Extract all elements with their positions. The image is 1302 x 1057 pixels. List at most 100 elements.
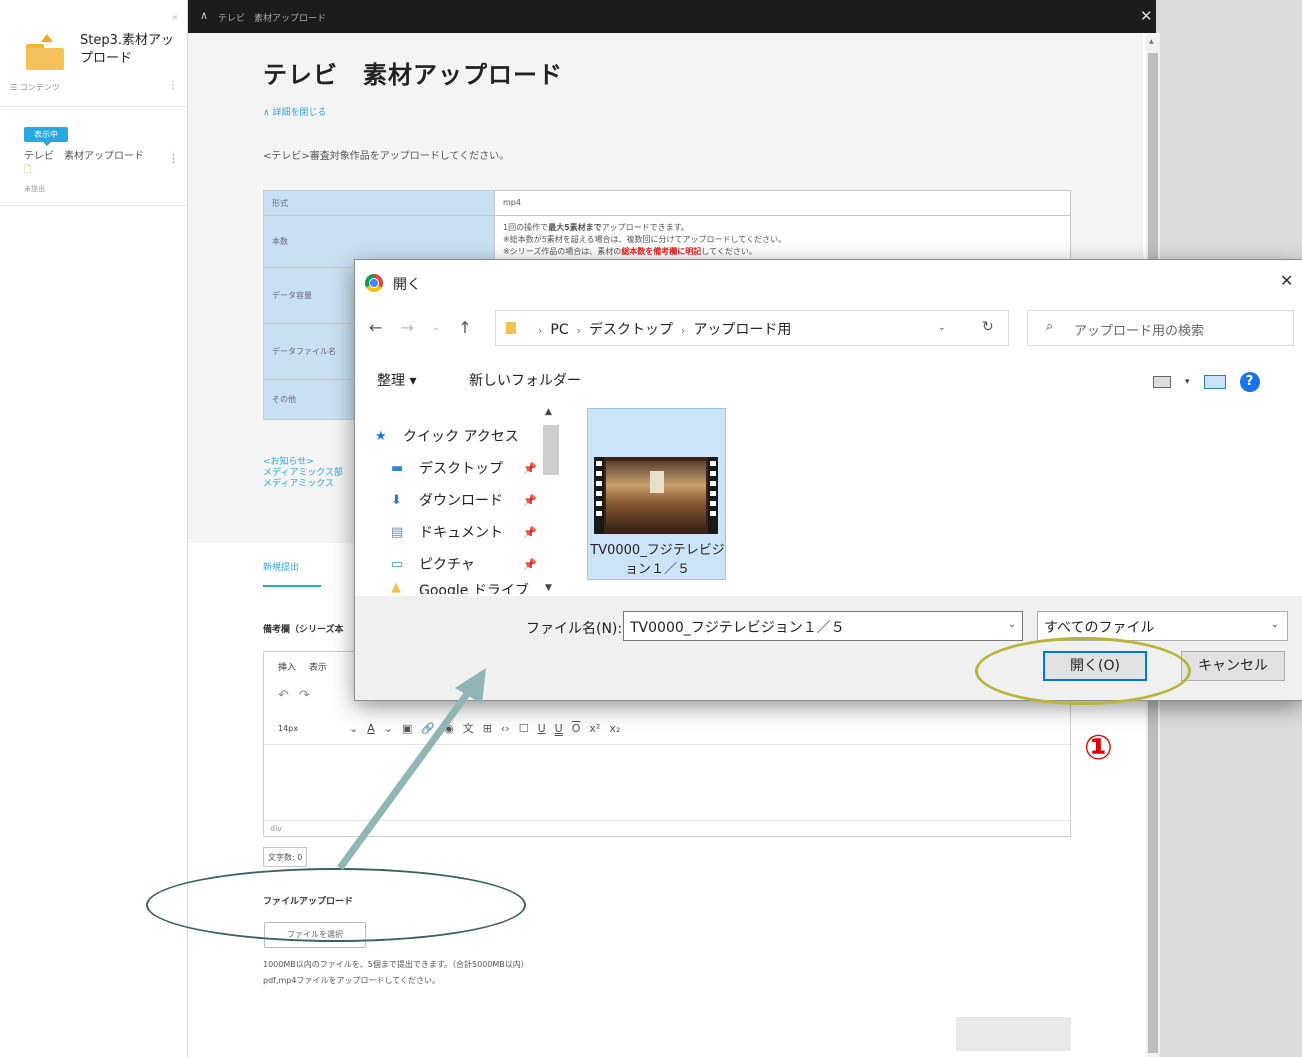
drive-icon: ▲ bbox=[391, 580, 401, 594]
nav-item-pictures[interactable]: ▭ ピクチャ 📌 bbox=[375, 548, 555, 580]
dropdown-icon[interactable]: ⌄ bbox=[384, 722, 393, 735]
star-icon: ★ bbox=[375, 428, 387, 444]
nav-item-quick-access[interactable]: ★ クイック アクセス bbox=[375, 420, 555, 452]
content-topbar: ∧ テレビ 素材アップロード ✕ bbox=[188, 0, 1156, 33]
now-showing-badge: 表示中 bbox=[24, 127, 68, 146]
font-size-select[interactable]: 14px bbox=[278, 724, 340, 733]
address-bar[interactable]: › PC › デスクトップ › アップロード用 ⌄ ↻ bbox=[495, 310, 1009, 346]
chevron-down-icon[interactable]: ▾ bbox=[1185, 377, 1190, 387]
video-thumbnail bbox=[594, 457, 718, 534]
submit-button[interactable] bbox=[956, 1017, 1071, 1051]
contents-link[interactable]: ☰ コンテンツ bbox=[10, 82, 60, 93]
navigation-pane: ★ クイック アクセス ▬ デスクトップ 📌 ⬇ ダウンロード 📌 ▤ ドキュメ… bbox=[375, 420, 555, 595]
text-color-icon[interactable]: A bbox=[367, 722, 375, 735]
nav-item-documents[interactable]: ▤ ドキュメント 📌 bbox=[375, 516, 555, 548]
chevron-down-icon[interactable]: ⌄ bbox=[1008, 619, 1016, 630]
scrollbar-thumb[interactable] bbox=[543, 425, 559, 475]
file-item-video[interactable]: TV0000_フジテレビジョン１／５ bbox=[587, 408, 726, 580]
desktop-icon: ▬ bbox=[391, 460, 404, 476]
dropdown-icon[interactable]: ⌄ bbox=[349, 722, 358, 735]
chevron-down-icon[interactable]: ⌄ bbox=[938, 323, 946, 333]
chevron-down-icon[interactable]: ⌄ bbox=[1271, 619, 1279, 630]
refresh-icon[interactable]: ↻ bbox=[982, 319, 994, 335]
code-icon[interactable]: ‹› bbox=[501, 722, 510, 735]
underline-icon[interactable]: U bbox=[538, 722, 546, 735]
editor-body[interactable] bbox=[264, 744, 1070, 818]
nav-scrollbar[interactable]: ▲ ▼ bbox=[541, 405, 561, 595]
help-icon[interactable]: ? bbox=[1239, 372, 1260, 392]
search-input[interactable]: ⌕ アップロード用の検索 bbox=[1027, 310, 1294, 346]
path-segment[interactable]: アップロード用 bbox=[693, 322, 791, 338]
superscript-icon[interactable]: x² bbox=[589, 722, 600, 735]
back-icon[interactable]: ← bbox=[369, 318, 382, 337]
dialog-title: 開く bbox=[393, 277, 421, 293]
subscript-icon[interactable]: x₂ bbox=[609, 722, 620, 735]
collapse-icon[interactable]: « bbox=[172, 12, 178, 23]
spec-text: ※シリーズ作品の場合は、素材の bbox=[503, 247, 622, 256]
upload-folder-icon bbox=[22, 34, 66, 70]
filename-input[interactable]: TV0000_フジテレビジョン１／５ ⌄ bbox=[623, 611, 1023, 641]
filename-label: ファイル名(N): bbox=[526, 621, 623, 637]
double-underline-icon[interactable]: U bbox=[555, 722, 563, 735]
path-segment[interactable]: PC bbox=[550, 322, 568, 338]
box-icon[interactable]: ☐ bbox=[519, 722, 529, 735]
path-segment[interactable]: デスクトップ bbox=[589, 322, 673, 338]
page-title: テレビ 素材アップロード bbox=[263, 61, 563, 89]
spec-text: してください。 bbox=[701, 247, 757, 256]
scroll-up-icon[interactable]: ▲ bbox=[1149, 38, 1154, 45]
scroll-down-icon[interactable]: ▼ bbox=[545, 583, 552, 593]
collapse-caret-icon[interactable]: ∧ bbox=[200, 9, 208, 22]
scroll-up-icon[interactable]: ▲ bbox=[545, 407, 552, 417]
recent-dropdown-icon[interactable]: ⌄ bbox=[432, 322, 440, 337]
item-menu-icon[interactable]: ⋮ bbox=[168, 152, 179, 165]
menu-insert[interactable]: 挿入 bbox=[278, 663, 296, 673]
image-icon[interactable]: ▣ bbox=[402, 722, 412, 735]
spec-bold-text: 最大5素材まで bbox=[548, 223, 602, 232]
redo-icon[interactable]: ↷ bbox=[299, 688, 320, 703]
preview-icon[interactable]: ◉ bbox=[444, 722, 454, 735]
menu-view[interactable]: 表示 bbox=[309, 663, 327, 673]
view-options: ▾ ? bbox=[1153, 372, 1260, 392]
spec-label: 形式 bbox=[263, 190, 495, 216]
nav-item-downloads[interactable]: ⬇ ダウンロード 📌 bbox=[375, 484, 555, 516]
link-icon[interactable]: 🔗 bbox=[421, 722, 435, 735]
chrome-icon bbox=[365, 274, 383, 292]
table-icon[interactable]: ⊞ bbox=[483, 722, 492, 735]
new-folder-button[interactable]: 新しいフォルダー bbox=[469, 370, 581, 390]
detail-toggle-link[interactable]: ∧ 詳細を閉じる bbox=[263, 105, 326, 118]
download-icon: ⬇ bbox=[391, 492, 402, 508]
nav-label: ドキュメント bbox=[419, 525, 503, 541]
undo-icon[interactable]: ↶ bbox=[278, 688, 299, 703]
close-icon[interactable]: ✕ bbox=[1140, 7, 1153, 25]
sidebar-item-upload[interactable]: テレビ 素材アップロード 🗋 bbox=[24, 150, 149, 177]
nav-label: デスクトップ bbox=[419, 461, 503, 477]
organize-menu[interactable]: 整理 ▾ bbox=[377, 370, 416, 390]
pin-icon[interactable]: 📌 bbox=[523, 558, 537, 571]
course-menu-icon[interactable]: ⋮ bbox=[168, 80, 178, 91]
cancel-button[interactable]: キャンセル bbox=[1181, 651, 1285, 681]
overline-icon[interactable]: O bbox=[572, 722, 581, 735]
up-folder-icon[interactable]: ↑ bbox=[458, 318, 471, 337]
pin-icon[interactable]: 📌 bbox=[523, 494, 537, 507]
close-icon[interactable]: ✕ bbox=[1280, 271, 1293, 290]
nav-label: クイック アクセス bbox=[403, 429, 519, 445]
nav-buttons: ← → ⌄ ↑ bbox=[369, 318, 472, 337]
nav-item-google-drive[interactable]: ▲ Google ドライブ bbox=[375, 580, 555, 594]
spec-value: mp4 bbox=[494, 190, 1071, 216]
spec-text: 1回の操作で bbox=[503, 223, 549, 232]
nav-label: ダウンロード bbox=[419, 493, 503, 509]
tab-new-submission[interactable]: 新規提出 bbox=[263, 560, 321, 587]
preview-pane-icon[interactable] bbox=[1203, 375, 1226, 389]
pin-icon[interactable]: 📌 bbox=[523, 526, 537, 539]
view-mode-icon[interactable] bbox=[1153, 376, 1171, 388]
search-icon: ⌕ bbox=[1046, 319, 1054, 334]
pin-icon[interactable]: 📌 bbox=[523, 462, 537, 475]
translate-icon[interactable]: 文 bbox=[463, 720, 474, 736]
forward-icon[interactable]: → bbox=[400, 318, 413, 337]
picture-icon: ▭ bbox=[391, 556, 404, 572]
file-type-value: すべてのファイル bbox=[1044, 620, 1155, 636]
spec-text: アップロードできます。 bbox=[601, 223, 689, 232]
nav-item-desktop[interactable]: ▬ デスクトップ 📌 bbox=[375, 452, 555, 484]
step-number: ① bbox=[1084, 728, 1113, 768]
upload-note-line: pdf,mp4ファイルをアップロードしてください。 bbox=[263, 976, 440, 985]
